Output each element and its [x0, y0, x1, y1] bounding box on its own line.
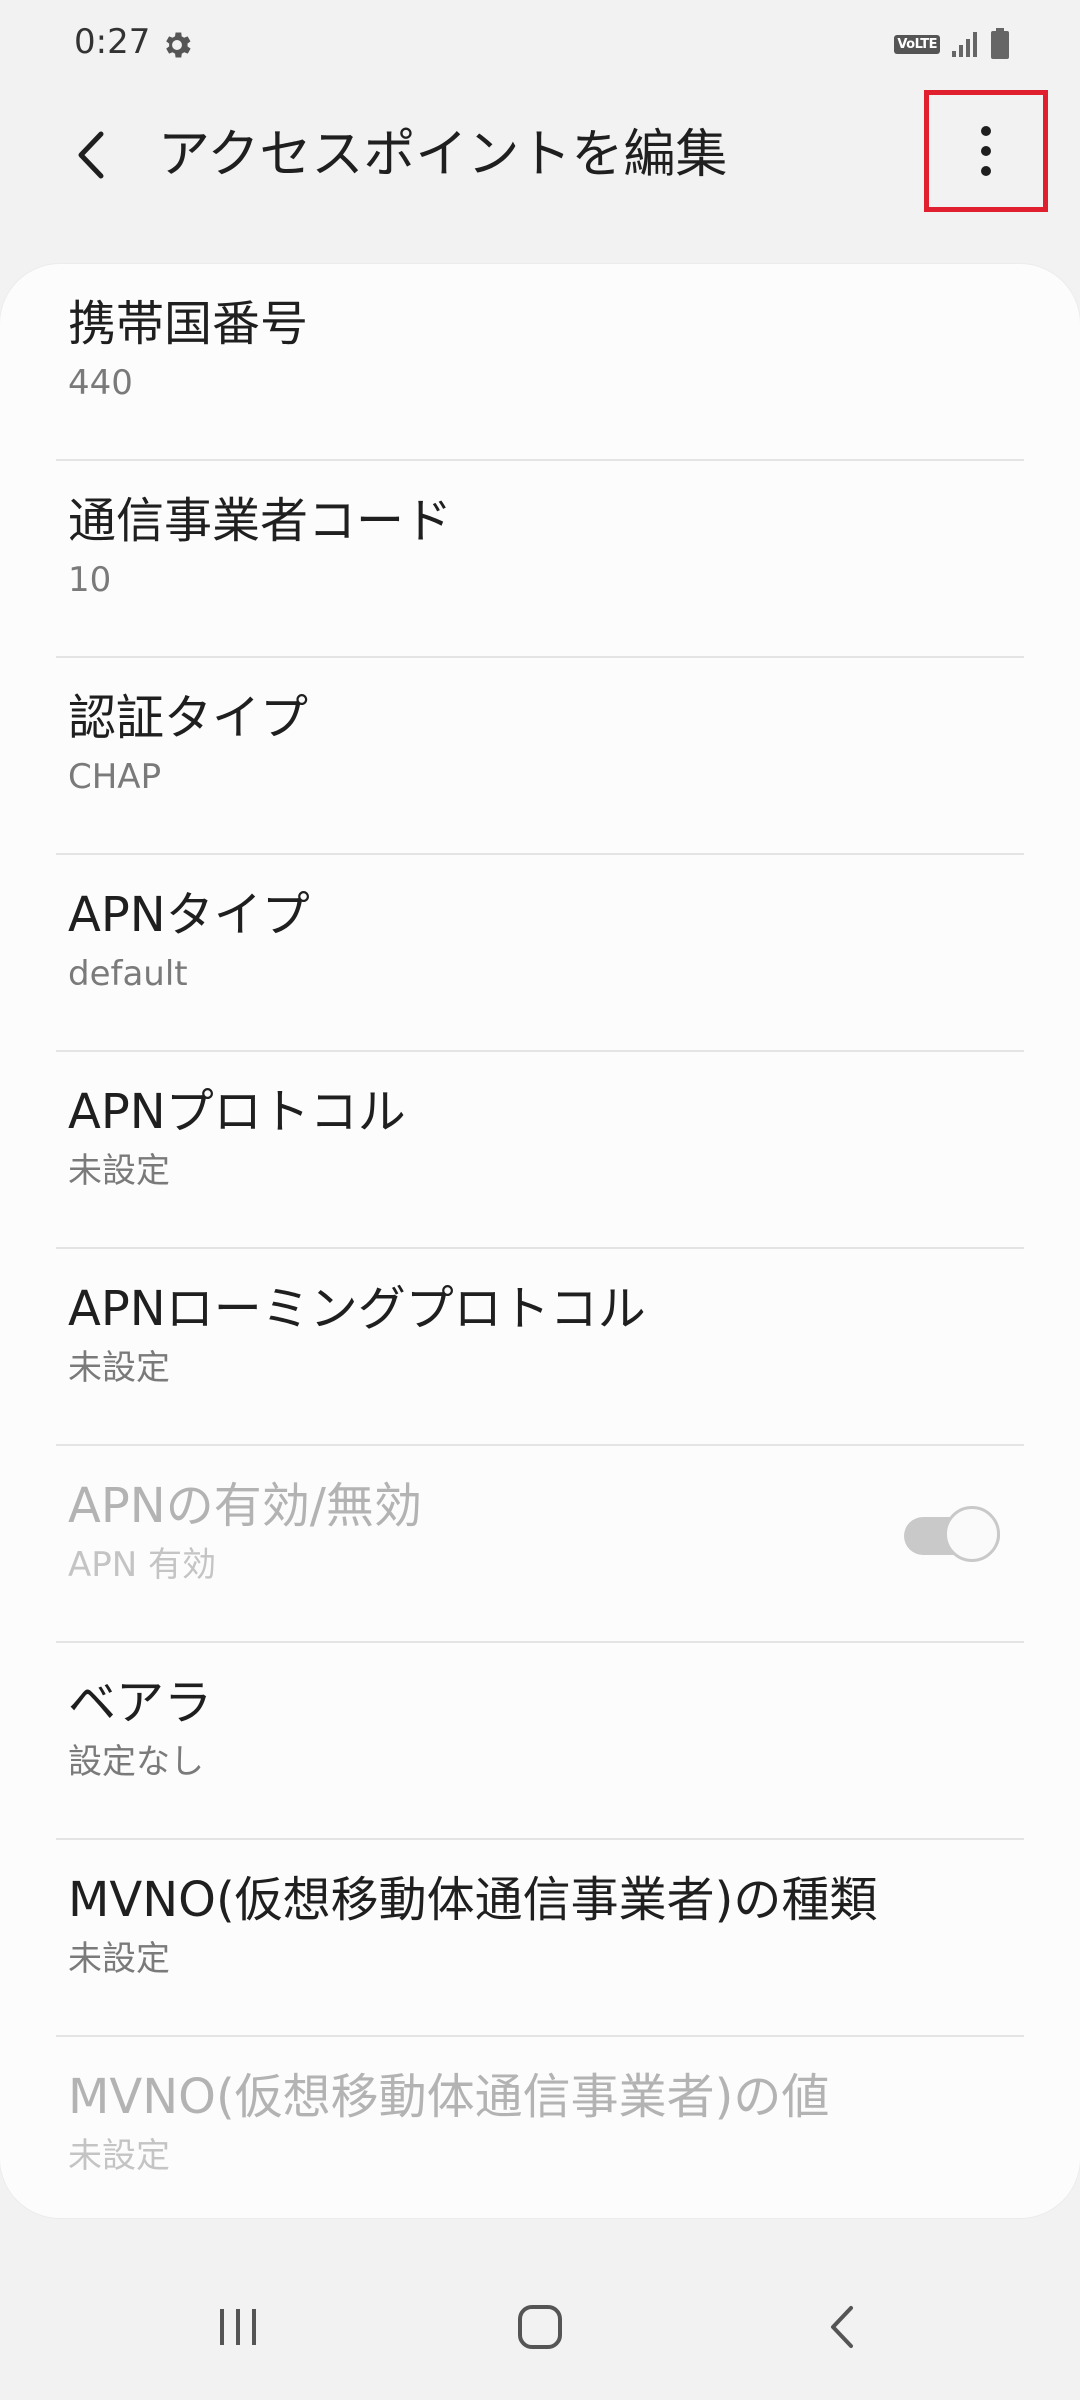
setting-title: 携帯国番号 [68, 296, 309, 352]
status-time: 0:27 [74, 22, 151, 62]
home-button[interactable] [500, 2292, 580, 2362]
setting-value: default [68, 954, 188, 994]
setting-title: APNの有効/無効 [68, 1478, 422, 1534]
status-bar: 0:27 VoLTE [0, 0, 1080, 90]
setting-value: APN 有効 [68, 1545, 217, 1585]
more-options-button[interactable] [924, 90, 1048, 212]
setting-value: 未設定 [68, 2136, 170, 2176]
setting-value: 440 [68, 363, 133, 403]
back-icon [831, 2306, 853, 2348]
home-icon [518, 2305, 562, 2349]
back-button[interactable] [56, 120, 126, 190]
apn-enable-toggle [902, 1506, 1004, 1566]
setting-title: ベアラ [68, 1675, 213, 1731]
setting-row-auth-type[interactable]: 認証タイプ CHAP [0, 658, 1080, 855]
setting-value: 未設定 [68, 1348, 170, 1388]
setting-title: MVNO(仮想移動体通信事業者)の値 [68, 2069, 830, 2125]
setting-row-apn-protocol[interactable]: APNプロトコル 未設定 [0, 1052, 1080, 1249]
page-title: アクセスポイントを編集 [158, 125, 728, 185]
signal-icon [952, 32, 977, 57]
setting-title: 通信事業者コード [68, 493, 453, 549]
setting-value: 10 [68, 560, 112, 600]
setting-row-apn-enable: APNの有効/無効 APN 有効 [0, 1446, 1080, 1643]
navigation-bar [0, 2262, 1080, 2400]
setting-value: 未設定 [68, 1151, 170, 1191]
setting-row-mcc[interactable]: 携帯国番号 440 [0, 264, 1080, 461]
settings-list: 携帯国番号 440 通信事業者コード 10 認証タイプ CHAP APNタイプ … [0, 264, 1080, 2218]
battery-icon [991, 28, 1009, 59]
recents-button[interactable] [198, 2292, 278, 2362]
setting-title: APNタイプ [68, 887, 310, 943]
setting-row-mvno-value: MVNO(仮想移動体通信事業者)の値 未設定 [0, 2037, 1080, 2218]
setting-row-bearer[interactable]: ベアラ 設定なし [0, 1643, 1080, 1840]
setting-row-mvno-type[interactable]: MVNO(仮想移動体通信事業者)の種類 未設定 [0, 1840, 1080, 2037]
toggle-thumb [944, 1506, 1000, 1562]
status-icons: VoLTE [894, 28, 1010, 60]
setting-row-apn-type[interactable]: APNタイプ default [0, 855, 1080, 1052]
recents-icon [220, 2309, 256, 2345]
setting-row-apn-roaming-protocol[interactable]: APNローミングプロトコル 未設定 [0, 1249, 1080, 1446]
app-bar: アクセスポイントを編集 [0, 90, 1080, 220]
more-vertical-icon [981, 126, 991, 176]
setting-title: APNプロトコル [68, 1084, 406, 1140]
setting-row-mnc[interactable]: 通信事業者コード 10 [0, 461, 1080, 658]
nav-back-button[interactable] [802, 2292, 882, 2362]
setting-title: APNローミングプロトコル [68, 1281, 646, 1337]
setting-value: 未設定 [68, 1939, 170, 1979]
setting-value: CHAP [68, 757, 162, 797]
chevron-left-icon [78, 131, 104, 179]
setting-title: MVNO(仮想移動体通信事業者)の種類 [68, 1872, 878, 1928]
setting-value: 設定なし [68, 1742, 204, 1782]
setting-title: 認証タイプ [68, 690, 309, 746]
gear-icon [166, 32, 191, 58]
volte-badge: VoLTE [894, 34, 940, 54]
